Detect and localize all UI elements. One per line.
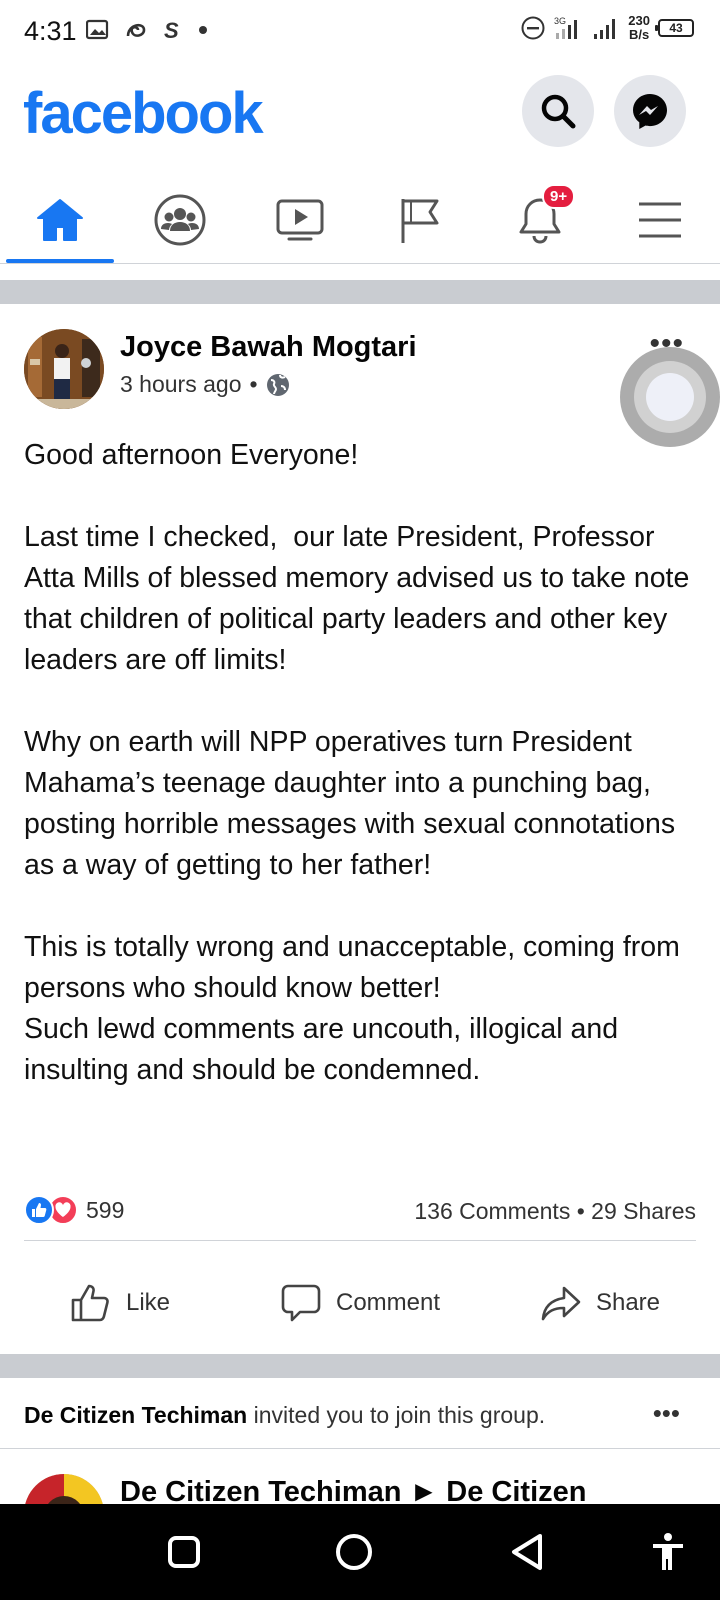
signal-icon [594,19,616,39]
back-triangle-icon [512,1534,542,1570]
action-separator [24,1240,696,1241]
feed-divider-2 [0,1354,720,1378]
app-notification-icon [126,23,146,37]
dnd-icon [521,16,545,40]
invite-options-button[interactable]: ••• [653,1398,680,1429]
comment-icon [281,1284,321,1322]
dot-icon [199,26,207,34]
svg-text:3G: 3G [554,16,566,26]
status-bar: 4:31 S 3G 230 B/s 43 [0,0,720,64]
post-meta: 3 hours ago • [120,371,290,398]
like-button[interactable]: Like [0,1258,240,1348]
tab-pages[interactable] [360,176,480,263]
network-speed: 230 B/s [628,14,650,42]
group-avatar[interactable] [24,1474,104,1504]
post-author[interactable]: Joyce Bawah Mogtari [120,331,417,364]
video-icon [276,199,324,240]
post-actions: Like Comment Share [0,1258,720,1348]
tab-menu[interactable] [600,176,720,263]
notification-badge: 9+ [542,184,576,209]
status-right-icons: 3G 230 B/s 43 [520,14,694,42]
next-post-preview: De Citizen Techiman ► De Citizen [0,1448,720,1504]
search-button[interactable] [522,75,594,147]
globe-icon [266,373,289,396]
app-header: facebook [0,70,720,160]
tab-groups[interactable] [120,176,240,263]
author-avatar[interactable] [24,329,104,409]
thumbs-up-icon [71,1284,109,1322]
network-speed-unit: B/s [629,27,650,42]
facebook-logo[interactable]: facebook [23,80,264,147]
next-post-title[interactable]: De Citizen Techiman ► De Citizen [120,1476,586,1504]
messenger-icon [633,94,667,129]
s-app-icon: S [164,18,179,42]
avatar-image [24,329,104,409]
reactions-summary[interactable]: 599 [24,1195,124,1225]
signal-3g-icon: 3G [554,16,578,39]
invite-message: invited you to join this group. [247,1402,546,1428]
invite-group-name[interactable]: De Citizen Techiman [24,1402,247,1428]
group-avatar-image [24,1474,104,1504]
tab-watch[interactable] [240,176,360,263]
status-notification-icons: S [86,18,208,42]
battery-indicator: 43 [655,19,694,37]
messenger-button[interactable] [614,75,686,147]
tab-notifications[interactable]: 9+ [480,176,600,263]
floating-chat-bubble[interactable] [620,347,720,447]
share-button[interactable]: Share [480,1258,720,1348]
status-time: 4:31 [24,16,77,46]
comments-shares-count[interactable]: 136 Comments • 29 Shares [414,1198,696,1225]
home-nav-button[interactable] [334,1532,374,1572]
comment-button[interactable]: Comment [240,1258,480,1348]
groups-icon [154,194,206,245]
system-nav-bar [0,1504,720,1600]
menu-icon [639,202,681,237]
back-button[interactable] [508,1532,548,1572]
home-icon [37,198,83,241]
search-icon [541,94,576,129]
top-tab-bar: 9+ [0,176,720,264]
flag-icon [401,198,439,243]
reaction-count: 599 [86,1196,125,1223]
square-icon [168,1536,200,1568]
network-speed-value: 230 [628,13,650,28]
post-time[interactable]: 3 hours ago [120,371,241,398]
like-label: Like [125,1289,171,1316]
circle-icon [336,1534,372,1570]
like-reaction-icon [24,1195,54,1225]
post-text: Good afternoon Everyone! Last time I che… [24,439,690,1086]
accessibility-button[interactable] [648,1532,688,1572]
svg-text:S: S [164,18,179,42]
share-label: Share [595,1289,661,1316]
share-icon [541,1286,581,1321]
accessibility-icon [653,1533,683,1570]
feed-divider [0,280,720,304]
comment-label: Comment [335,1289,441,1316]
group-invite-text[interactable]: De Citizen Techiman invited you to join … [24,1402,545,1429]
tab-home[interactable] [0,176,120,263]
recent-apps-button[interactable] [164,1532,204,1572]
meta-separator: • [249,371,258,397]
gallery-icon [86,19,109,40]
